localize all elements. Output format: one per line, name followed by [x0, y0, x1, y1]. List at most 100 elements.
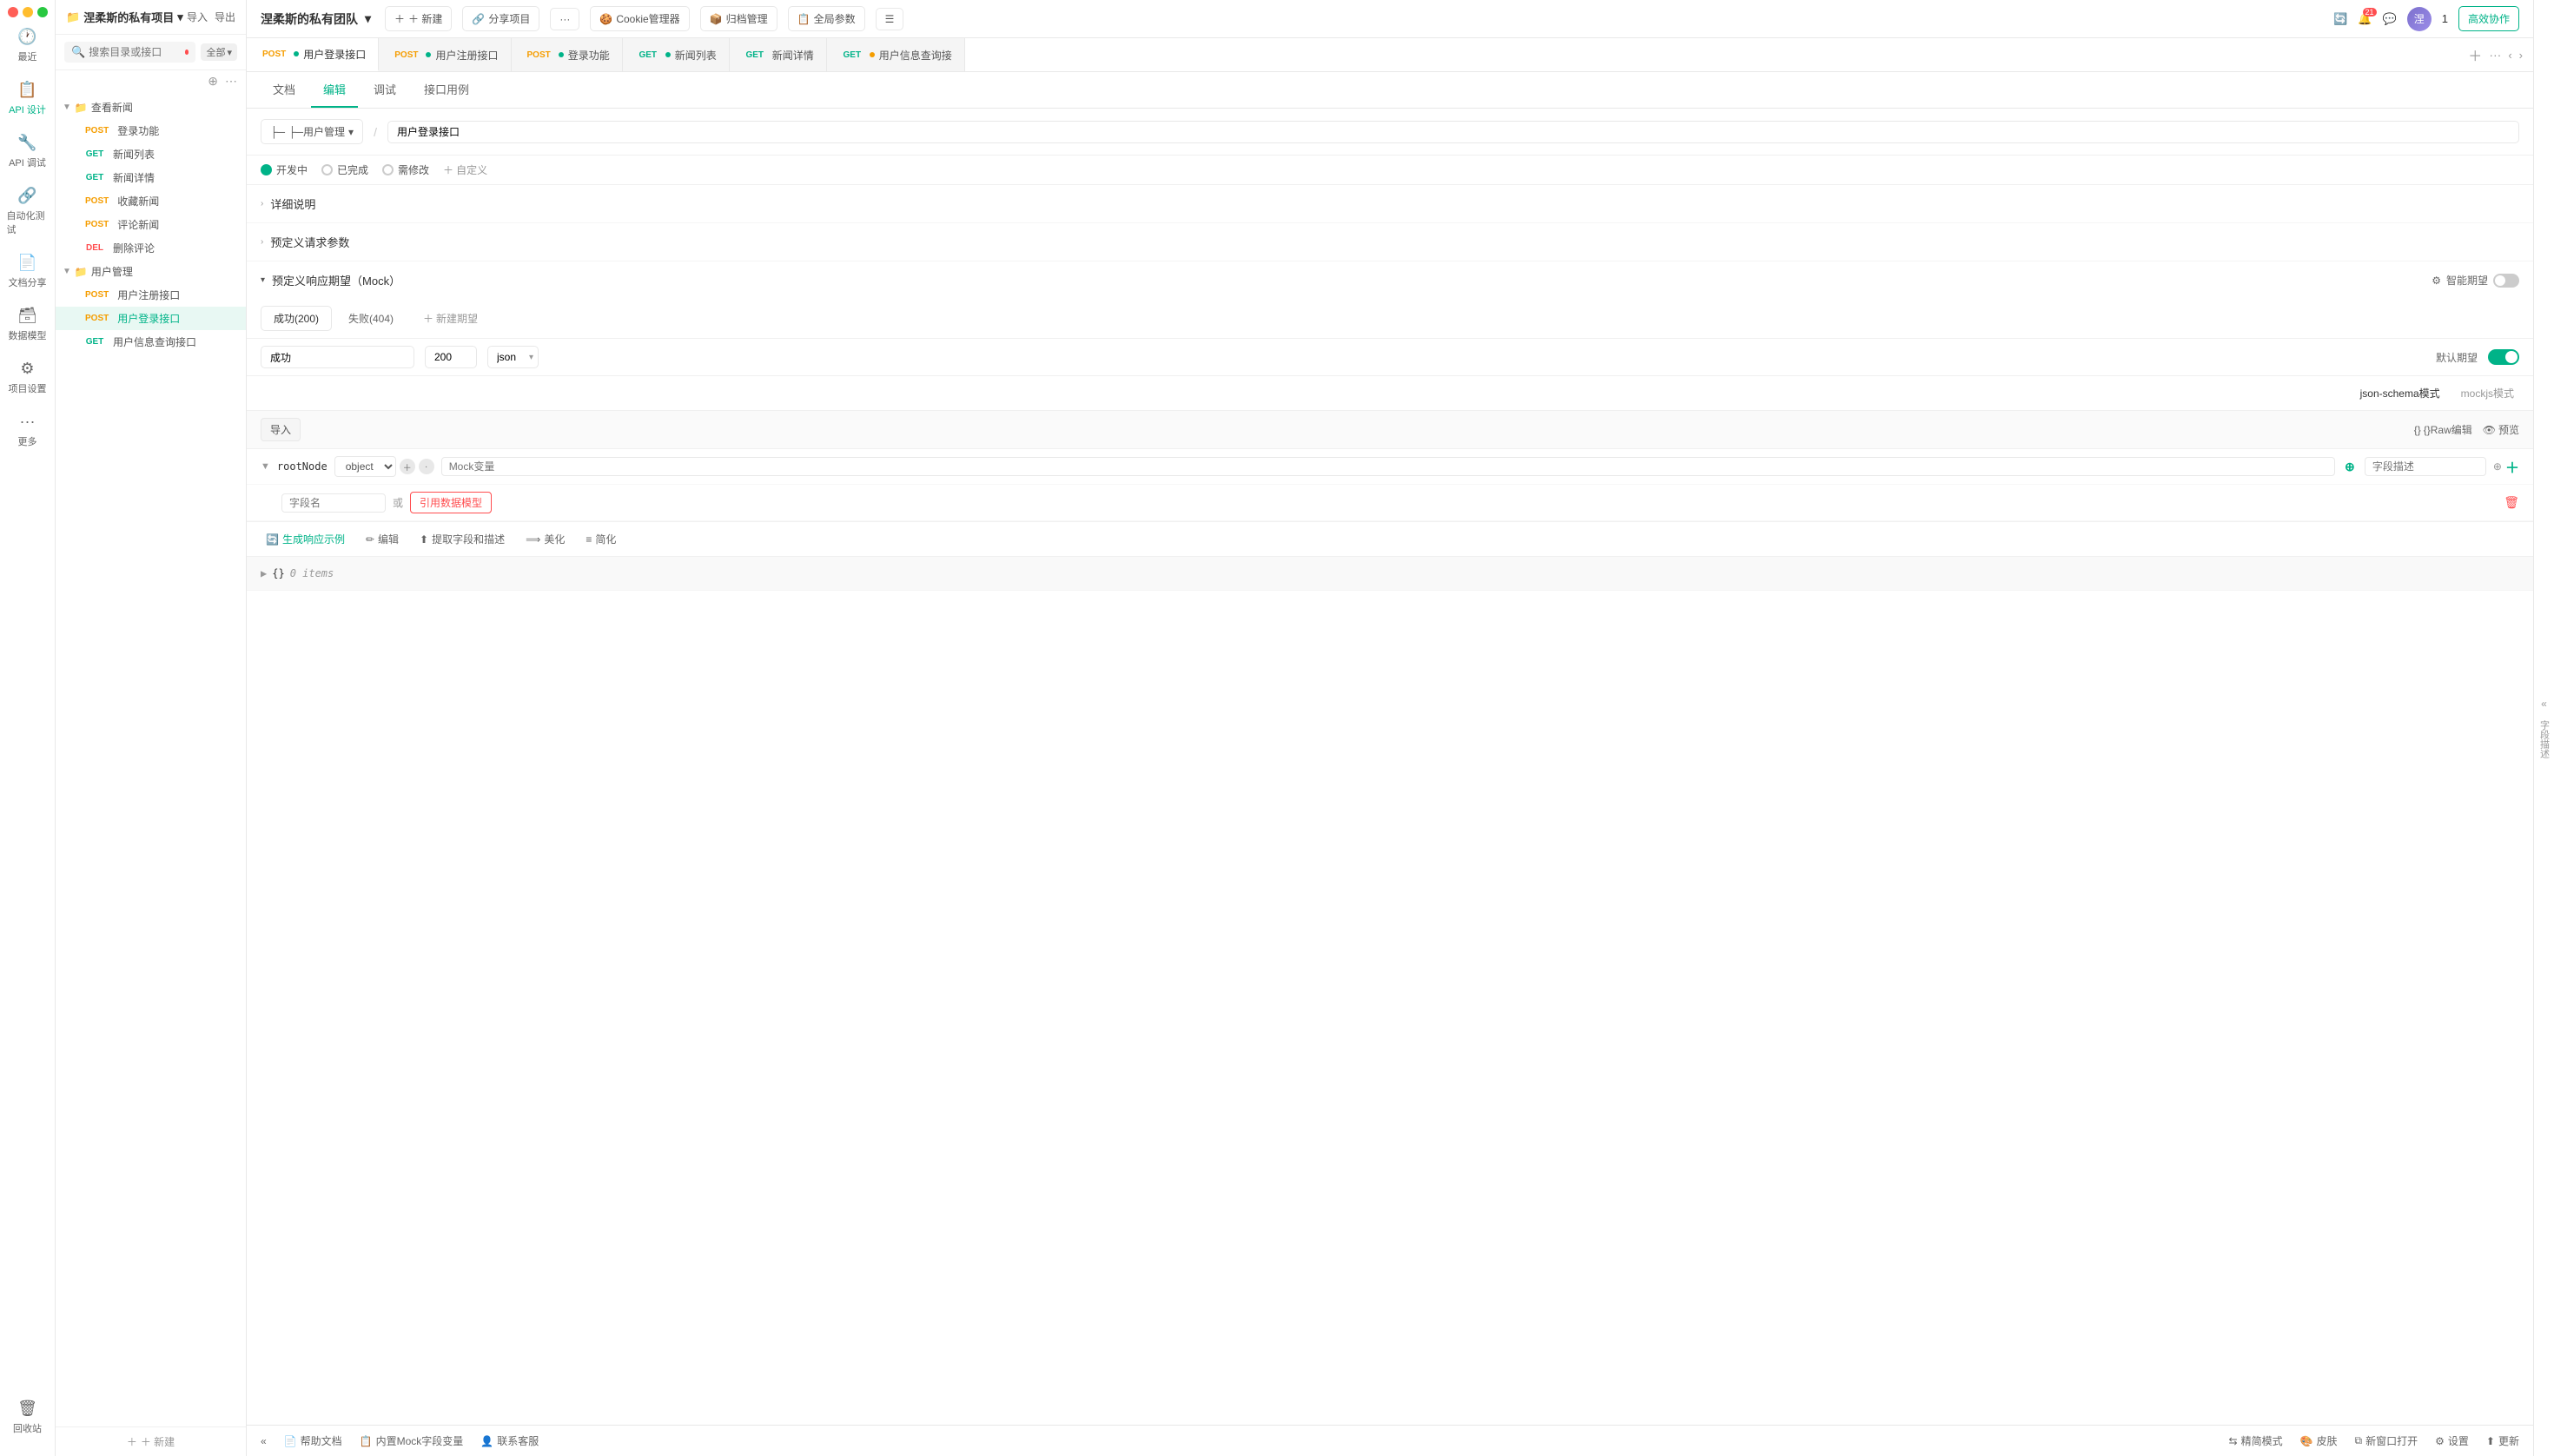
import-btn[interactable]: 导入 [187, 10, 208, 24]
beautify-btn[interactable]: ⟹ 美化 [520, 529, 570, 549]
root-expand-btn[interactable]: ⊕ [2493, 460, 2502, 473]
prev-tab-icon[interactable]: ‹ [2508, 49, 2511, 62]
root-desc-input[interactable] [2365, 457, 2486, 476]
add-custom-status[interactable]: ＋ 自定义 [443, 162, 487, 177]
root-type-select[interactable]: object array string [334, 456, 396, 477]
sidebar-item-more[interactable]: ··· 更多 [3, 406, 52, 455]
share-project-button[interactable]: 🔗 分享项目 [462, 6, 539, 31]
mock-tab-fail[interactable]: 失败(404) [335, 306, 407, 331]
root-type-badge-plus[interactable]: ＋ [400, 459, 415, 474]
tree-item-news-list[interactable]: GET 新闻列表 [56, 142, 246, 166]
tab-news-list[interactable]: GET 新闻列表 [623, 38, 730, 71]
mockjs-mode-btn[interactable]: mockjs模式 [2456, 383, 2519, 403]
status-needs-change[interactable]: 需修改 [382, 162, 429, 177]
traffic-light-red[interactable] [8, 7, 18, 17]
efficient-button[interactable]: 高效协作 [2458, 6, 2519, 31]
resp-type-select[interactable]: json xml text html [487, 346, 539, 368]
tab-login-func[interactable]: POST 登录功能 [512, 38, 623, 71]
add-tab-icon[interactable]: ＋ [2468, 44, 2482, 65]
footer-contact[interactable]: 👤 联系客服 [480, 1433, 539, 1448]
avatar[interactable]: 涅 [2407, 7, 2432, 31]
sidebar-item-api-test[interactable]: 🔧 API 调试 [3, 127, 52, 176]
tab-doc[interactable]: 文档 [261, 72, 308, 108]
footer-simple-mode[interactable]: ⇆ 精简模式 [2229, 1433, 2283, 1448]
sort-icon[interactable]: ⊕ [208, 74, 218, 89]
tab-user-info[interactable]: GET 用户信息查询接 [827, 38, 965, 71]
tree-item-comment-news[interactable]: POST 评论新闻 [56, 213, 246, 236]
tree-item-user-info[interactable]: GET 用户信息查询接口 [56, 330, 246, 354]
search-input[interactable] [89, 46, 182, 58]
more-top-button[interactable]: ··· [550, 8, 579, 30]
smart-toggle[interactable] [2493, 274, 2519, 288]
status-completed[interactable]: 已完成 [321, 162, 368, 177]
edit-btn[interactable]: ✏ 编辑 [361, 529, 404, 549]
sidebar-item-api-design[interactable]: 📋 API 设计 [3, 74, 52, 123]
sidebar-item-recycle[interactable]: 🗑 回收站 [3, 1393, 52, 1442]
ref-model-btn[interactable]: 引用数据模型 [410, 492, 492, 513]
tree-item-news-detail[interactable]: GET 新闻详情 [56, 166, 246, 189]
global-param-button[interactable]: 📋 全局参数 [788, 6, 865, 31]
sidebar-item-auto-test[interactable]: 🔗 自动化测试 [3, 180, 52, 243]
preview-btn[interactable]: 👁 预览 [2483, 422, 2519, 437]
resp-code-input[interactable] [425, 346, 477, 368]
tree-item-user-login[interactable]: POST 用户登录接口 [56, 307, 246, 330]
tab-debug[interactable]: 调试 [361, 72, 408, 108]
export-btn[interactable]: 导出 [215, 10, 235, 24]
tree-item-register[interactable]: POST 用户注册接口 [56, 283, 246, 307]
section-request-header[interactable]: › 预定义请求参数 [247, 223, 2533, 261]
section-mock-header[interactable]: ▾ 预定义响应期望（Mock） ⚙ 智能期望 [247, 261, 2533, 299]
tab-user-login[interactable]: POST 用户登录接口 [247, 38, 379, 71]
delete-field-icon[interactable]: 🗑 [2504, 495, 2519, 510]
footer-more[interactable]: ⬆ 更新 [2486, 1433, 2519, 1448]
extract-btn[interactable]: ⬆ 提取字段和描述 [414, 529, 510, 549]
cookie-manager-button[interactable]: 🍪 Cookie管理器 [590, 6, 689, 31]
project-name[interactable]: 📁 涅柔斯的私有项目 ▾ [66, 9, 183, 25]
json-schema-mode-btn[interactable]: json-schema模式 [2355, 383, 2445, 403]
tab-news-detail[interactable]: GET 新闻详情 [730, 38, 827, 71]
message-icon-wrap[interactable]: 💬 [2383, 12, 2397, 26]
right-panel-collapse[interactable]: « [2537, 694, 2551, 713]
sidebar-item-doc-share[interactable]: 📄 文档分享 [3, 247, 52, 296]
field-name-input[interactable] [281, 493, 386, 513]
new-api-btn[interactable]: ＋ ＋ 新建 [56, 1426, 246, 1456]
resp-name-input[interactable] [261, 346, 414, 368]
footer-settings[interactable]: ⚙ 设置 [2435, 1433, 2469, 1448]
notification-icon-wrap[interactable]: 🔔 21 [2358, 12, 2372, 26]
simplify-btn[interactable]: ≡ 简化 [580, 529, 621, 549]
archive-button[interactable]: 📦 归档管理 [700, 6, 777, 31]
traffic-light-yellow[interactable] [23, 7, 33, 17]
root-type-badge-dot[interactable]: · [419, 459, 434, 474]
tab-edit[interactable]: 编辑 [311, 72, 358, 108]
tree-item-login[interactable]: POST 登录功能 [56, 119, 246, 142]
new-button[interactable]: ＋ ＋ 新建 [385, 6, 452, 31]
all-tag[interactable]: 全部 ▾ [201, 43, 237, 61]
tab-api-case[interactable]: 接口用例 [412, 72, 481, 108]
tree-item-collect-news[interactable]: POST 收藏新闻 [56, 189, 246, 213]
tab-user-register[interactable]: POST 用户注册接口 [379, 38, 511, 71]
mock-tab-add[interactable]: ＋ 新建期望 [410, 306, 491, 331]
footer-collapse-btn[interactable]: « [261, 1435, 267, 1447]
import-schema-btn[interactable]: 导入 [261, 418, 301, 441]
settings-icon[interactable]: ⋯ [225, 74, 237, 89]
default-toggle[interactable] [2488, 349, 2519, 365]
api-name-input[interactable] [387, 121, 2519, 143]
sidebar-item-project-settings[interactable]: ⚙ 项目设置 [3, 353, 52, 402]
menu-button[interactable]: ☰ [876, 8, 904, 30]
refresh-icon-wrap[interactable]: 🔄 [2333, 12, 2347, 26]
status-developing[interactable]: 开发中 [261, 162, 308, 177]
sidebar-item-recent[interactable]: 🕐 最近 [3, 21, 52, 70]
next-tab-icon[interactable]: › [2519, 49, 2523, 62]
footer-new-window[interactable]: ⧉ 新窗口打开 [2355, 1433, 2418, 1448]
mock-tab-success[interactable]: 成功(200) [261, 306, 332, 331]
tree-item-delete-comment[interactable]: DEL 删除评论 [56, 236, 246, 260]
root-mock-input[interactable] [441, 457, 2335, 476]
group-select[interactable]: ├─ ├─用户管理 ▾ [261, 119, 363, 144]
root-add-icon[interactable]: ⊕ [2342, 459, 2358, 474]
json-expand-arrow[interactable]: ▶ [261, 567, 267, 579]
root-expand-icon[interactable]: ▼ [261, 461, 270, 472]
footer-skin[interactable]: 🎨 皮肤 [2300, 1433, 2338, 1448]
traffic-light-green-btn[interactable] [37, 7, 48, 17]
tree-group-users-header[interactable]: ▼ 📁 用户管理 [56, 260, 246, 283]
raw-edit-btn[interactable]: {} {}Raw编辑 [2414, 422, 2472, 437]
root-add-field-btn[interactable]: ＋ [2505, 456, 2519, 477]
